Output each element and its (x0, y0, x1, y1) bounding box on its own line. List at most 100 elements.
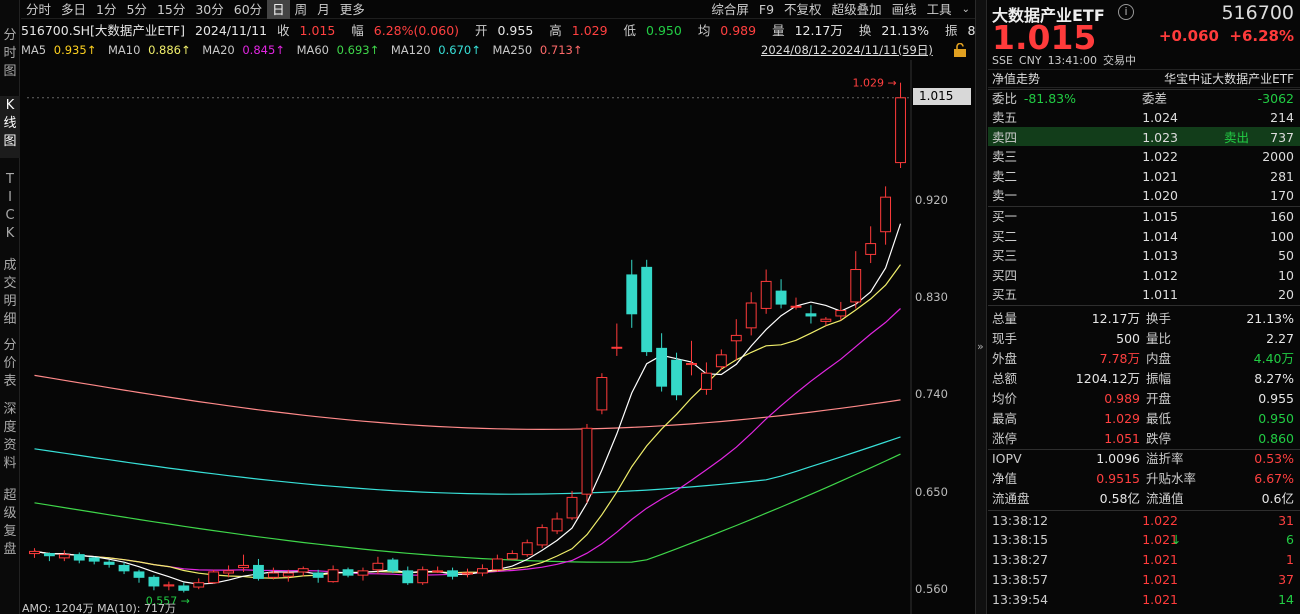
bid-price: 1.011 (1142, 287, 1178, 303)
ask-label: 卖二 (992, 168, 1018, 184)
stat-label: 开盘 (1146, 391, 1172, 406)
stat-label: 量比 (1146, 331, 1172, 346)
candle-body (73, 554, 85, 561)
candle-body (656, 347, 668, 387)
bid-label: 买三 (992, 248, 1018, 264)
tick-price: 1.021 (1142, 592, 1178, 607)
tick-volume: 14 (1278, 592, 1294, 607)
tick-time: 13:38:57 (992, 572, 1049, 587)
candle-body (671, 359, 682, 396)
ask-label: 卖三 (992, 149, 1018, 165)
bid-label: 买一 (992, 209, 1018, 224)
panel-splitter[interactable]: » (975, 0, 987, 614)
stat-label: 总量 (992, 311, 1018, 326)
candle-body (417, 569, 429, 584)
tick-volume: 31 (1278, 513, 1294, 528)
tick-time: 13:38:27 (992, 552, 1049, 567)
candle-body (267, 572, 279, 578)
candle-body (163, 584, 175, 587)
webi-label: 委比 (992, 91, 1018, 106)
info-icon[interactable]: i (1118, 4, 1134, 20)
candle-body (521, 542, 533, 556)
bid-volume: 10 (1278, 267, 1294, 283)
stats-row: 现手 500 量比 2.27 (988, 329, 1300, 349)
ask-row: 卖一 1.020 170 (988, 186, 1300, 206)
candle-body (432, 570, 444, 573)
stat-value: 500 (1116, 331, 1140, 346)
stat-value: 6.67% (1254, 471, 1294, 486)
stats-row: 总量 12.17万 换手 21.13% (988, 309, 1300, 329)
ma60-line (34, 453, 901, 563)
candle-body (745, 302, 757, 329)
stat-value: 0.9515 (1096, 471, 1140, 486)
quote-meta: SSE CNY 13:41:00 交易中 (992, 54, 1136, 67)
stat-label: 振幅 (1146, 371, 1172, 386)
candle-body (596, 377, 608, 411)
candle-body (58, 554, 70, 559)
candle-body (357, 570, 369, 576)
stat-value: 0.53% (1254, 451, 1294, 466)
stat-label: 总额 (992, 371, 1018, 386)
stat-label: 内盘 (1146, 351, 1172, 366)
expand-icon[interactable]: » (977, 340, 984, 353)
bid-volume: 50 (1278, 248, 1294, 264)
quote-panel: 大数据产业ETF i 516700 1.015 +0.060 +6.28% SS… (988, 0, 1300, 614)
candle-body (611, 346, 623, 349)
nav-subheader: 净值走势 华宝中证大数据产业ETF (988, 69, 1300, 88)
stats-row: 净值 0.9515 升贴水率 6.67% (988, 469, 1300, 489)
candle-body (178, 585, 190, 591)
bid-price: 1.012 (1142, 267, 1178, 283)
candle-body (43, 553, 55, 557)
candle-body (895, 97, 906, 164)
tick-price: 1.022 (1142, 513, 1178, 528)
candle-body (118, 564, 130, 572)
tick-row: 13:38:27 1.021 1 (988, 550, 1300, 570)
candle-body (133, 571, 145, 578)
candle-body (402, 570, 414, 584)
tick-row: 13:39:54 1.021 14 (988, 590, 1300, 610)
ask-price: 1.021 (1142, 168, 1178, 184)
candle-body (447, 570, 458, 577)
stat-label: 均价 (992, 391, 1018, 406)
volume-footer: AMO: 1204万 MA(10): 717万 (22, 602, 176, 614)
ask-volume: 214 (1270, 110, 1294, 125)
candle-body (850, 269, 862, 303)
price-axis: 0.920 0.830 0.740 0.650 0.560 (911, 60, 975, 614)
candle-body (730, 334, 742, 342)
bid-row: 买三 1.013 50 (988, 246, 1300, 266)
stat-label: 流通盘 (992, 491, 1030, 506)
stat-value: 0.989 (1104, 391, 1140, 406)
candle-body (835, 310, 847, 317)
kline-chart[interactable]: 1.029 →0.557 →AMO: 1204万 MA(10): 717万 (0, 0, 975, 614)
tick-price: 1.021 (1142, 552, 1178, 567)
candle-body (462, 572, 473, 575)
stock-app: 分 时 图 K 线 图 T I C K 成 交 明 细 分 价 表 深 度 资 … (0, 0, 1300, 614)
candle-body (282, 572, 294, 577)
candle-body (208, 571, 220, 584)
stat-label: 外盘 (992, 351, 1018, 366)
ask-price: 1.020 (1142, 188, 1178, 204)
tick-row: 13:38:57 1.021 37 (988, 570, 1300, 590)
stat-value: 1204.12万 (1075, 371, 1140, 386)
candle-body (342, 569, 354, 576)
candle-body (715, 354, 727, 368)
stat-value: 4.40万 (1253, 351, 1294, 366)
ask-label: 卖四 (992, 129, 1018, 145)
ma120-line (34, 436, 901, 495)
stat-value: 1.051 (1104, 431, 1140, 446)
candle-body (253, 564, 264, 579)
candle-body (805, 313, 817, 317)
ask-row: 卖二 1.021 281 (988, 167, 1300, 187)
stats-row: 均价 0.989 开盘 0.955 (988, 389, 1300, 409)
tick-volume: 6 (1286, 532, 1294, 547)
webi-row: 委比 -81.83% 委差 -3062 (988, 89, 1300, 109)
candle-body (581, 427, 593, 495)
nav-trend-link[interactable]: 净值走势 (992, 70, 1040, 88)
candle-body (506, 553, 518, 560)
ask-row: 卖五 1.024 214 (988, 108, 1300, 128)
divider (988, 305, 1300, 306)
candle-body (387, 559, 399, 572)
stat-value: 0.950 (1258, 411, 1294, 426)
tick-volume: 1 (1286, 552, 1294, 567)
ma250-line (34, 374, 901, 431)
